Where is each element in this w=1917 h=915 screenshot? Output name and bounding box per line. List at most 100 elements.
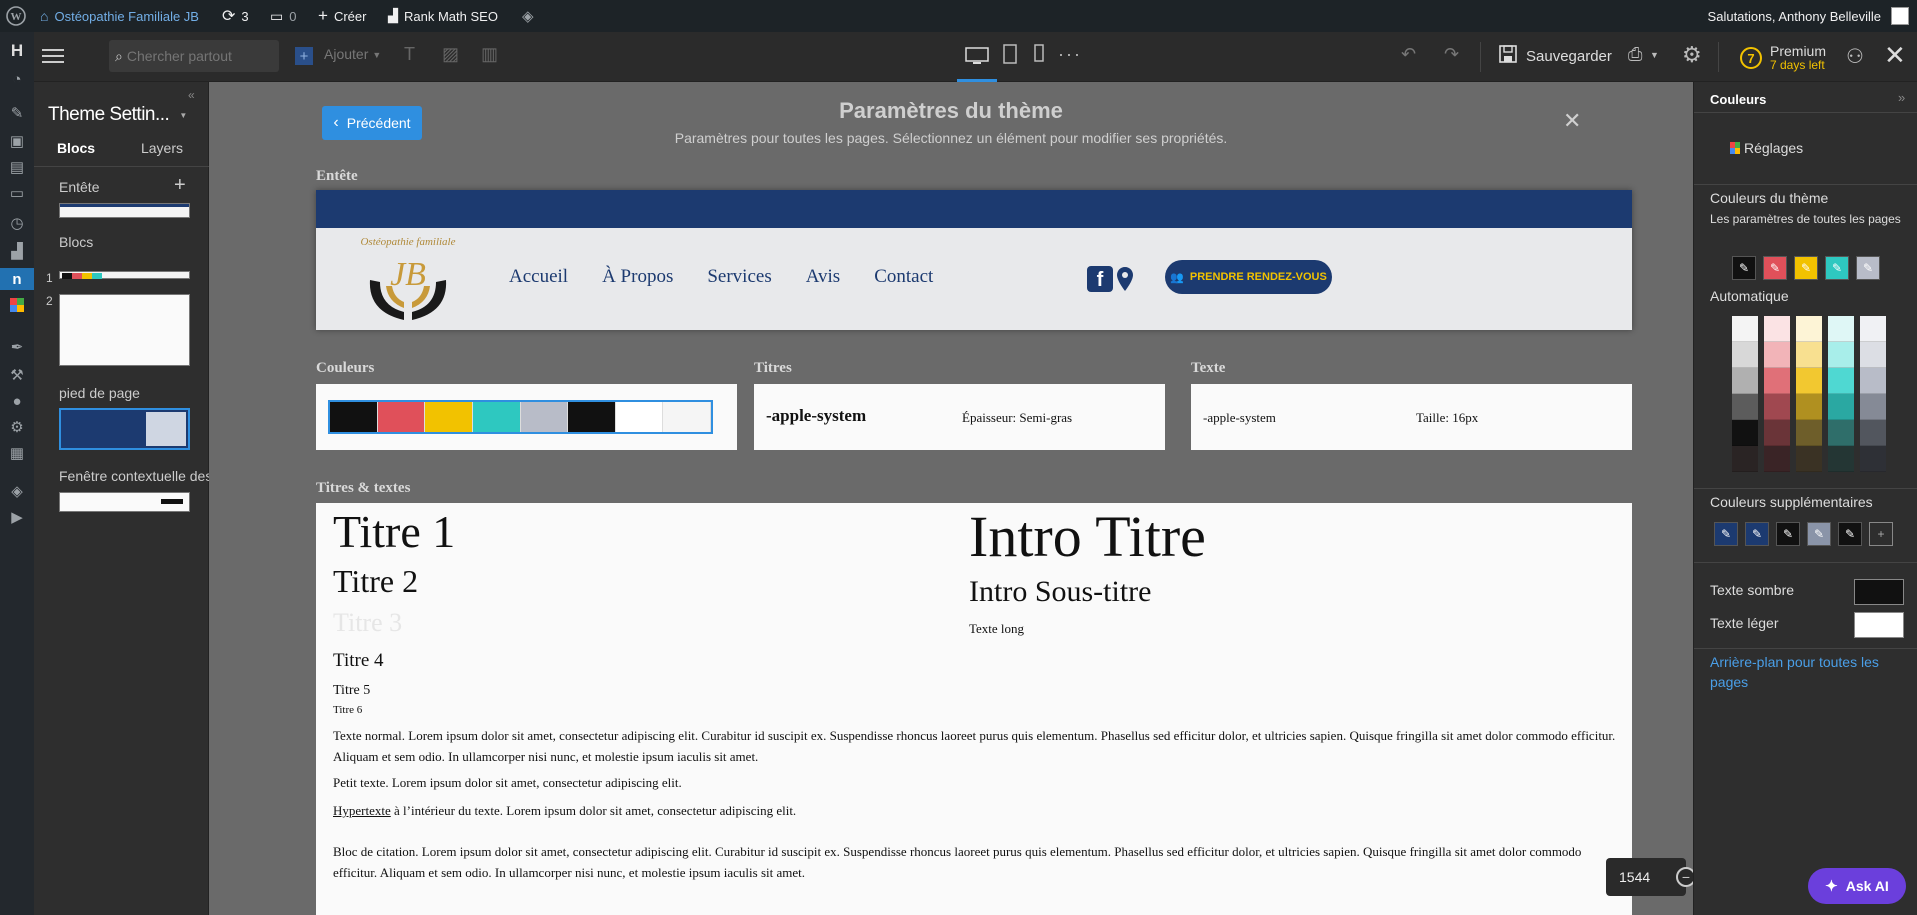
auto-color-cell[interactable]	[1764, 420, 1790, 446]
premium-badge[interactable]: 7 Premium 7 days left	[1740, 44, 1826, 72]
blockquote[interactable]: Bloc de citation. Lorem ipsum dolor sit …	[333, 841, 1603, 883]
users-icon[interactable]: ●	[6, 390, 28, 412]
plugin-colors-icon[interactable]	[6, 294, 28, 316]
color-swatch[interactable]: ✎	[1732, 256, 1756, 280]
nav-item-services[interactable]: Services	[707, 266, 771, 288]
color-swatch[interactable]: ✎	[1856, 256, 1880, 280]
account-icon[interactable]: ⚇	[1846, 44, 1864, 69]
heading-3[interactable]: Titre 3	[333, 608, 402, 638]
popup-thumbnail[interactable]	[59, 492, 190, 512]
auto-color-cell[interactable]	[1796, 420, 1822, 446]
auto-color-cell[interactable]	[1860, 368, 1886, 394]
heading-2[interactable]: Titre 2	[333, 563, 418, 600]
auto-color-cell[interactable]	[1764, 342, 1790, 368]
search-box[interactable]: ⌕	[109, 40, 279, 72]
auto-color-cell[interactable]	[1764, 316, 1790, 342]
nav-item-contact[interactable]: Contact	[874, 266, 933, 288]
palette-swatch[interactable]	[615, 402, 664, 432]
auto-color-cell[interactable]	[1860, 342, 1886, 368]
text-card[interactable]: -apple-system Taille: 16px	[1191, 384, 1632, 450]
auto-color-cell[interactable]	[1732, 342, 1758, 368]
text-tool-icon[interactable]: T	[404, 44, 415, 65]
auto-color-cell[interactable]	[1764, 446, 1790, 472]
location-pin-icon[interactable]	[1116, 266, 1134, 295]
chevron-down-icon[interactable]: ▼	[1650, 50, 1659, 60]
background-all-pages-link[interactable]: Arrière-plan pour toutes les pages	[1710, 652, 1905, 692]
colors-card[interactable]	[316, 384, 737, 450]
panel-title-dropdown[interactable]: Theme Settin... ▼	[48, 104, 187, 126]
comments-icon[interactable]: ▭	[6, 182, 28, 204]
image-tool-icon[interactable]: ▨	[442, 44, 459, 65]
user-greeting[interactable]: Salutations, Anthony Belleville	[1708, 0, 1881, 32]
auto-color-cell[interactable]	[1860, 394, 1886, 420]
tablet-view-icon[interactable]	[1002, 44, 1018, 64]
rank-math-link[interactable]: ▟ Rank Math SEO	[388, 0, 498, 32]
typography-card[interactable]: Titre 1 Titre 2 Titre 3 Titre 4 Titre 5 …	[316, 503, 1632, 915]
auto-color-cell[interactable]	[1732, 368, 1758, 394]
collapse-icon[interactable]: «	[188, 88, 195, 102]
heading-6[interactable]: Titre 6	[333, 704, 362, 716]
width-indicator[interactable]: 1544	[1606, 858, 1686, 896]
light-text-swatch[interactable]	[1854, 612, 1904, 638]
create-link[interactable]: + Créer	[318, 0, 366, 32]
block-thumbnail-1[interactable]	[59, 271, 190, 279]
comments-link[interactable]: ▭ 0	[270, 0, 296, 32]
block-thumbnail-2[interactable]	[59, 294, 190, 366]
color-swatch[interactable]: ✎	[1714, 522, 1738, 546]
small-text[interactable]: Petit texte. Lorem ipsum dolor sit amet,…	[333, 775, 682, 791]
redo-icon[interactable]: ↷	[1444, 44, 1459, 65]
settings-icon[interactable]: ▦	[6, 442, 28, 464]
nav-item-accueil[interactable]: Accueil	[509, 266, 568, 288]
auto-color-cell[interactable]	[1860, 316, 1886, 342]
auto-color-cell[interactable]	[1828, 368, 1854, 394]
heading-5[interactable]: Titre 5	[333, 683, 370, 699]
tab-layers[interactable]: Layers	[134, 140, 190, 156]
color-swatch[interactable]: ✎	[1745, 522, 1769, 546]
normal-text[interactable]: Texte normal. Lorem ipsum dolor sit amet…	[333, 725, 1632, 767]
color-swatch[interactable]: ✎	[1825, 256, 1849, 280]
auto-color-cell[interactable]	[1764, 368, 1790, 394]
avatar[interactable]	[1891, 0, 1909, 32]
auto-color-cell[interactable]	[1732, 420, 1758, 446]
add-section-icon[interactable]: +	[174, 174, 186, 197]
heading-4[interactable]: Titre 4	[333, 650, 384, 672]
link-paragraph[interactable]: Hypertexte à l’intérieur du texte. Lorem…	[333, 803, 796, 819]
auto-color-cell[interactable]	[1732, 446, 1758, 472]
heading-1[interactable]: Titre 1	[333, 505, 455, 558]
auto-color-cell[interactable]	[1828, 446, 1854, 472]
color-swatch[interactable]: ✎	[1763, 256, 1787, 280]
color-swatch[interactable]: ✎	[1807, 522, 1831, 546]
palette-swatch[interactable]	[520, 402, 569, 432]
diamond-icon[interactable]: ◈	[522, 0, 534, 32]
auto-color-cell[interactable]	[1828, 342, 1854, 368]
auto-color-cell[interactable]	[1796, 446, 1822, 472]
palette-swatch[interactable]	[425, 402, 473, 432]
collapse-right-icon[interactable]: »	[1898, 90, 1905, 105]
palette-swatch[interactable]	[330, 402, 378, 432]
zoom-out-icon[interactable]: −	[1676, 867, 1693, 887]
nav-item-a-propos[interactable]: À Propos	[602, 266, 673, 288]
hyperlink[interactable]: Hypertexte	[333, 803, 391, 818]
long-text[interactable]: Texte long	[969, 621, 1024, 637]
auto-color-cell[interactable]	[1828, 394, 1854, 420]
preview-icon[interactable]: ⎙	[1628, 44, 1642, 65]
footer-thumbnail[interactable]	[59, 408, 190, 450]
pin-icon[interactable]: ✎	[6, 102, 28, 124]
search-input[interactable]	[126, 48, 267, 64]
auto-color-cell[interactable]	[1860, 446, 1886, 472]
facebook-icon[interactable]: f	[1087, 266, 1113, 292]
plugins-icon[interactable]: ⚒	[6, 364, 28, 386]
add-block-icon[interactable]: +	[295, 47, 313, 65]
wordpress-logo-icon[interactable]: W	[6, 0, 26, 32]
auto-color-cell[interactable]	[1732, 316, 1758, 342]
dark-text-swatch[interactable]	[1854, 579, 1904, 605]
site-name-link[interactable]: ⌂ Ostéopathie Familiale JB	[40, 0, 199, 32]
play-icon[interactable]: ▶	[6, 506, 28, 528]
nav-item-avis[interactable]: Avis	[806, 266, 840, 288]
auto-color-grid[interactable]	[1732, 316, 1902, 473]
tools-icon[interactable]: ⚙	[6, 416, 28, 438]
close-settings-icon[interactable]: ✕	[1563, 108, 1581, 134]
save-button[interactable]: Sauvegarder	[1498, 44, 1612, 68]
color-swatch[interactable]: ✎	[1776, 522, 1800, 546]
builder-logo-icon[interactable]: H	[6, 40, 28, 62]
